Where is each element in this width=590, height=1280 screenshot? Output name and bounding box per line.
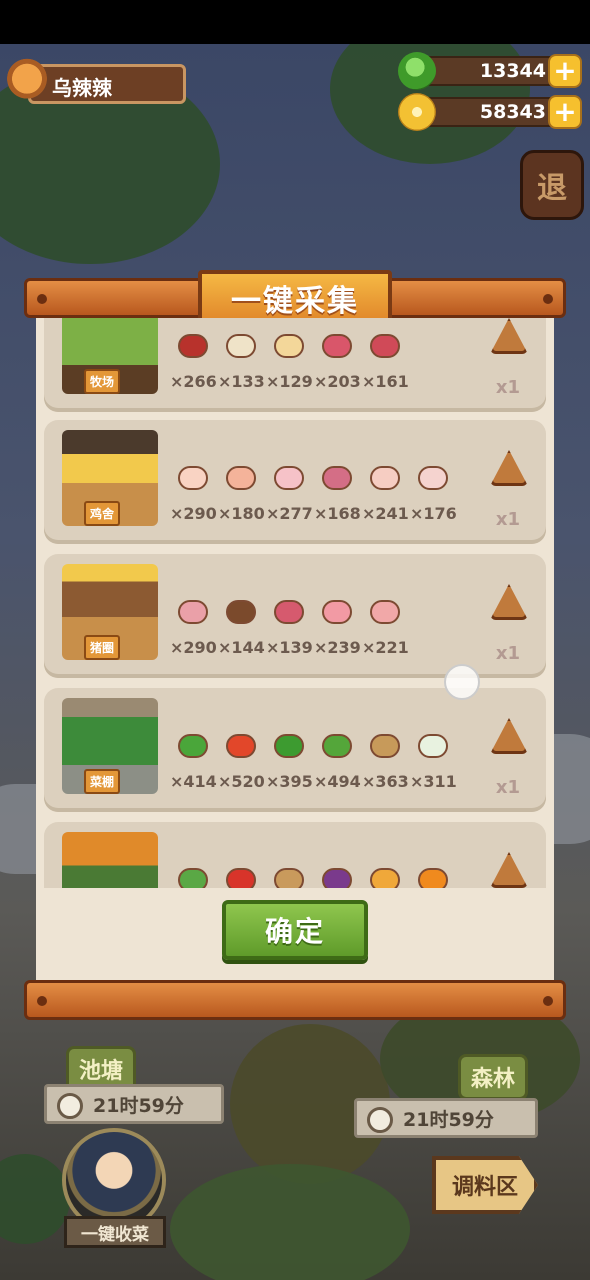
building-label: 菜棚 bbox=[84, 769, 121, 794]
scroll-rod-bottom bbox=[24, 980, 566, 1020]
add-coin-button[interactable]: + bbox=[548, 95, 582, 129]
collect-list[interactable]: 牧场 ×266 ×133 ×129 ×203 ×161 x1 鸡舍 ×290 ×… bbox=[40, 318, 550, 888]
fox-avatar-icon bbox=[6, 58, 48, 104]
item-count: ×277 bbox=[266, 504, 313, 523]
milk-box-icon bbox=[226, 334, 256, 358]
pork-belly-icon bbox=[274, 600, 304, 624]
seed-box-icon bbox=[370, 734, 400, 758]
mushroom-icon bbox=[274, 868, 304, 888]
list-item: 菜棚 ×414 ×520 ×395 ×494 ×363 ×311 x1 bbox=[44, 688, 546, 812]
status-bar bbox=[0, 0, 590, 44]
seal-icon bbox=[490, 584, 528, 620]
seal-icon bbox=[490, 852, 528, 888]
chicken-icon bbox=[274, 466, 304, 490]
building-label: 牧场 bbox=[84, 369, 121, 394]
bacon-icon bbox=[178, 600, 208, 624]
pineapple-icon bbox=[370, 868, 400, 888]
item-count: ×139 bbox=[266, 638, 313, 657]
add-gem-button[interactable]: + bbox=[548, 54, 582, 88]
pepper-icon bbox=[274, 734, 304, 758]
red-meat-icon bbox=[178, 334, 208, 358]
building-label: 鸡舍 bbox=[84, 501, 121, 526]
item-count: ×363 bbox=[362, 772, 409, 791]
gem-counter: 13344 + bbox=[398, 52, 582, 90]
item-count: ×203 bbox=[314, 372, 361, 391]
pond-timer-text: 21时59分 bbox=[93, 1094, 184, 1117]
pork-bowl-icon bbox=[226, 600, 256, 624]
forest-area-label[interactable]: 森林 bbox=[458, 1054, 529, 1100]
eggplant-icon bbox=[322, 868, 352, 888]
item-count: ×290 bbox=[170, 638, 217, 657]
green-gem-icon bbox=[398, 52, 436, 90]
forest-timer-text: 21时59分 bbox=[403, 1108, 494, 1131]
player-name: 乌辣辣 bbox=[52, 76, 112, 100]
item-count: ×414 bbox=[170, 772, 217, 791]
confirm-button[interactable]: 确定 bbox=[222, 900, 368, 960]
item-count: ×180 bbox=[218, 504, 265, 523]
item-count: ×161 bbox=[362, 372, 409, 391]
multiplier: x1 bbox=[495, 377, 520, 398]
pond-timer: 21时59分 bbox=[44, 1084, 224, 1124]
coin-value: 58343 bbox=[479, 101, 546, 123]
egg-icon bbox=[178, 466, 208, 490]
cucumber-icon bbox=[322, 734, 352, 758]
item-count: ×494 bbox=[314, 772, 361, 791]
thermometer-icon bbox=[490, 318, 528, 354]
item-count: ×311 bbox=[410, 772, 457, 791]
item-count: ×290 bbox=[170, 504, 217, 523]
chicken-breast-icon bbox=[226, 466, 256, 490]
radish-icon bbox=[418, 734, 448, 758]
clock-icon bbox=[57, 1093, 83, 1119]
item-count: ×129 bbox=[266, 372, 313, 391]
multiplier: x1 bbox=[495, 509, 520, 530]
whole-chicken-icon bbox=[418, 466, 448, 490]
coin-counter: 58343 + bbox=[398, 93, 582, 131]
steak-icon bbox=[322, 334, 352, 358]
multiplier: x1 bbox=[495, 777, 520, 798]
forest-timer: 21时59分 bbox=[354, 1098, 538, 1138]
tomato-icon bbox=[226, 734, 256, 758]
pork-slice-icon bbox=[322, 600, 352, 624]
scallion-icon bbox=[178, 868, 208, 888]
building-label: 猪圈 bbox=[84, 635, 121, 660]
item-count: ×168 bbox=[314, 504, 361, 523]
drumstick-icon bbox=[370, 466, 400, 490]
item-count: ×176 bbox=[410, 504, 457, 523]
list-item: 猪圈 ×290 ×144 ×139 ×239 ×221 x1 bbox=[44, 554, 546, 678]
player-tag[interactable]: 乌辣辣 bbox=[6, 58, 186, 106]
clock-icon bbox=[367, 1107, 393, 1133]
thermometer-icon bbox=[490, 718, 528, 754]
gem-value: 13344 bbox=[479, 60, 546, 82]
item-count: ×239 bbox=[314, 638, 361, 657]
seasoning-area-sign[interactable]: 调料区 bbox=[432, 1156, 538, 1214]
ham-icon bbox=[370, 600, 400, 624]
item-count: ×144 bbox=[218, 638, 265, 657]
item-count: ×133 bbox=[218, 372, 265, 391]
item-count: ×221 bbox=[362, 638, 409, 657]
beef-slice-icon bbox=[370, 334, 400, 358]
bok-choy-icon bbox=[178, 734, 208, 758]
list-item: 鸡舍 ×290 ×180 ×277 ×168 ×241 ×176 x1 bbox=[44, 420, 546, 544]
item-count: ×520 bbox=[218, 772, 265, 791]
multiplier: x1 bbox=[495, 643, 520, 664]
list-item: 牧场 ×266 ×133 ×129 ×203 ×161 x1 bbox=[44, 318, 546, 412]
touch-indicator bbox=[444, 664, 480, 700]
pumpkin-icon bbox=[418, 868, 448, 888]
chili-icon bbox=[226, 868, 256, 888]
cheese-icon bbox=[274, 334, 304, 358]
list-item bbox=[44, 822, 546, 888]
exit-button[interactable]: 退 bbox=[520, 150, 584, 220]
one-click-harvest-button[interactable]: 一键收菜 bbox=[64, 1216, 166, 1248]
item-count: ×241 bbox=[362, 504, 409, 523]
item-count: ×395 bbox=[266, 772, 313, 791]
orange-slice-icon bbox=[490, 450, 528, 486]
chicken-meat-icon bbox=[322, 466, 352, 490]
vegetable-stall-building-icon bbox=[62, 832, 158, 888]
gold-coin-icon bbox=[398, 93, 436, 131]
item-count: ×266 bbox=[170, 372, 217, 391]
